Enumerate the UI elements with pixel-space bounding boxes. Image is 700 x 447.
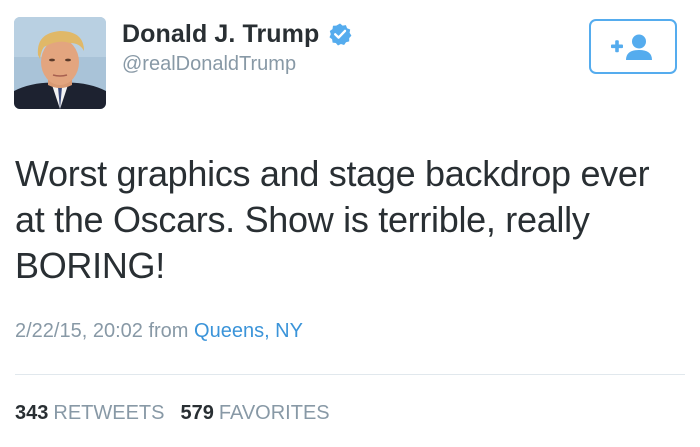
display-name[interactable]: Donald J. Trump [122, 20, 319, 49]
divider [15, 374, 685, 375]
avatar[interactable] [14, 17, 106, 109]
follow-add-user-icon [611, 34, 652, 60]
tweet-location-link[interactable]: Queens, NY [194, 320, 303, 342]
tweet-timestamp[interactable]: 2/22/15, 20:02 [15, 320, 143, 342]
favorites-count: 579 [180, 402, 214, 424]
name-row: Donald J. Trump [122, 18, 352, 50]
tweet-text: Worst graphics and stage backdrop ever a… [15, 153, 650, 286]
tweet-meta: 2/22/15, 20:02 from Queens, NY [15, 320, 303, 343]
verified-badge-icon [328, 22, 352, 46]
profile-photo [14, 17, 106, 109]
retweets-count: 343 [15, 402, 49, 424]
follow-button[interactable] [589, 19, 677, 74]
from-label: from [148, 320, 189, 342]
favorites-label: FAVORITES [218, 402, 330, 424]
user-handle[interactable]: @realDonaldTrump [122, 53, 296, 76]
favorites-stat[interactable]: 579 FAVORITES [181, 402, 330, 425]
tweet-stats: 343 RETWEETS 579 FAVORITES [15, 402, 330, 425]
retweets-label: RETWEETS [53, 402, 165, 424]
retweets-stat[interactable]: 343 RETWEETS [15, 402, 165, 425]
